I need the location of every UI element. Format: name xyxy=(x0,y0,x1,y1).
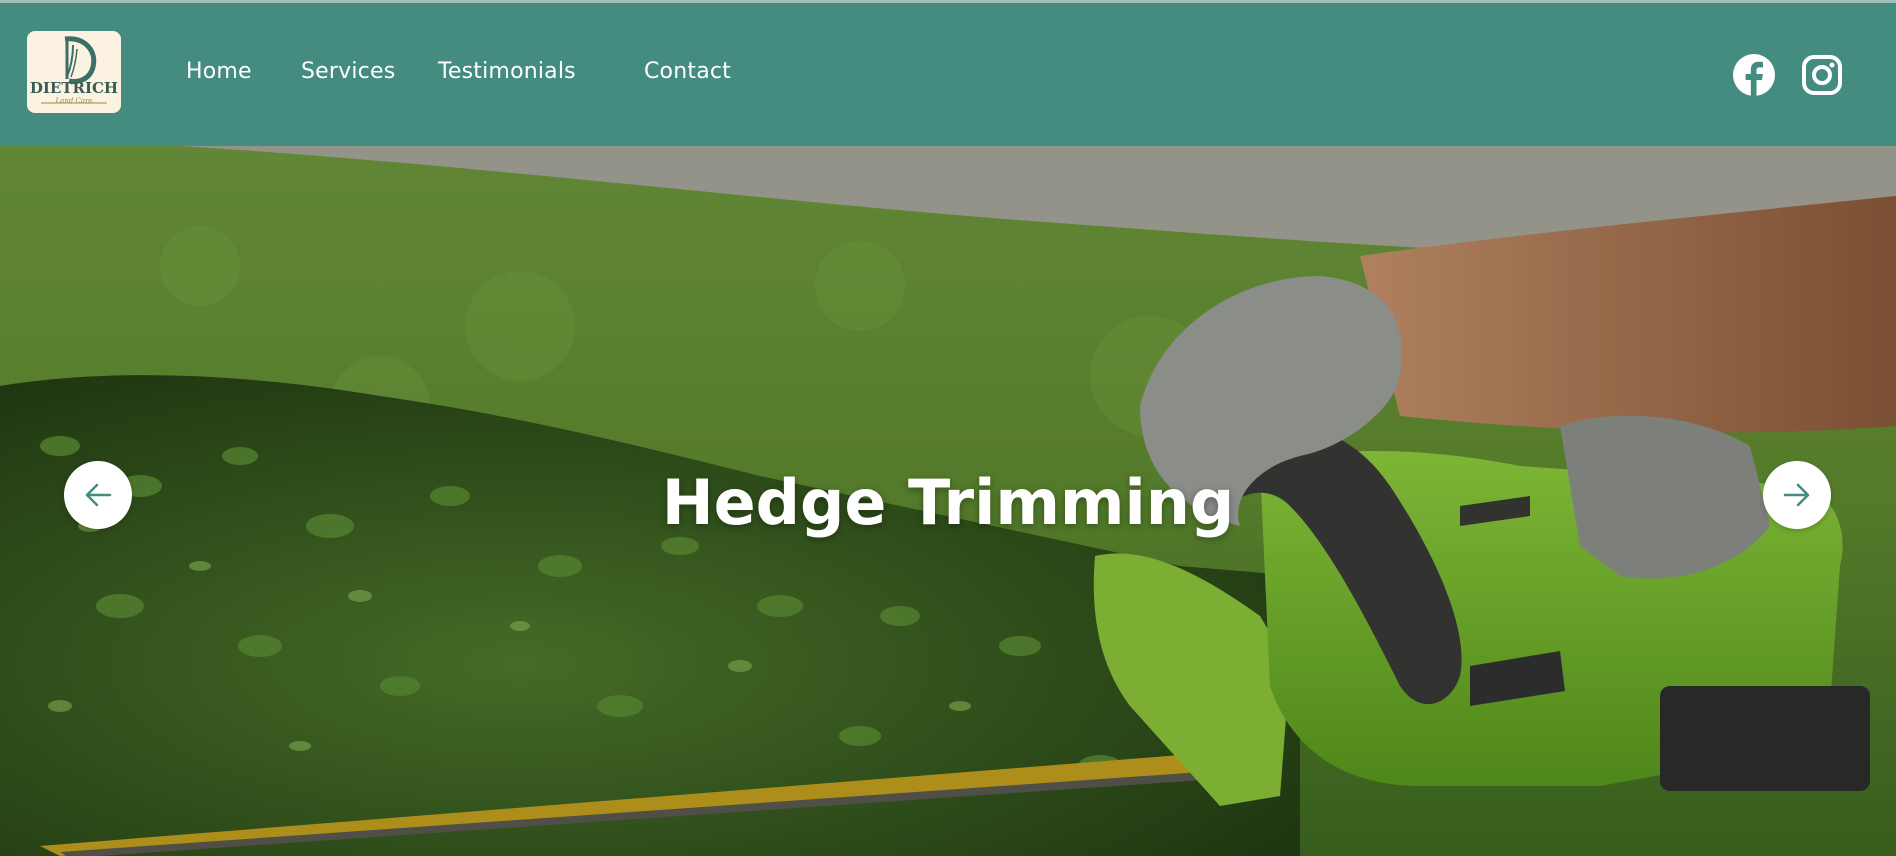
arrow-right-icon xyxy=(1783,483,1810,507)
hero-slider: Hedge Trimming xyxy=(0,146,1896,856)
next-slide-button[interactable] xyxy=(1763,461,1831,529)
nav-link-home[interactable]: Home xyxy=(186,59,252,84)
hero-title: Hedge Trimming xyxy=(661,466,1235,539)
previous-slide-button[interactable] xyxy=(64,461,132,529)
logo-tagline: Land Care xyxy=(55,97,93,105)
instagram-icon[interactable] xyxy=(1800,53,1844,97)
nav-link-contact[interactable]: Contact xyxy=(644,59,731,84)
logo[interactable]: DIETRICH Land Care xyxy=(27,31,121,113)
arrow-left-icon xyxy=(85,483,112,507)
logo-name: DIETRICH xyxy=(29,79,119,97)
nav-link-services[interactable]: Services xyxy=(301,59,395,84)
nav-link-testimonials[interactable]: Testimonials xyxy=(438,59,576,84)
facebook-icon[interactable] xyxy=(1732,53,1776,97)
site-header: DIETRICH Land Care Home Services Testimo… xyxy=(0,0,1896,146)
